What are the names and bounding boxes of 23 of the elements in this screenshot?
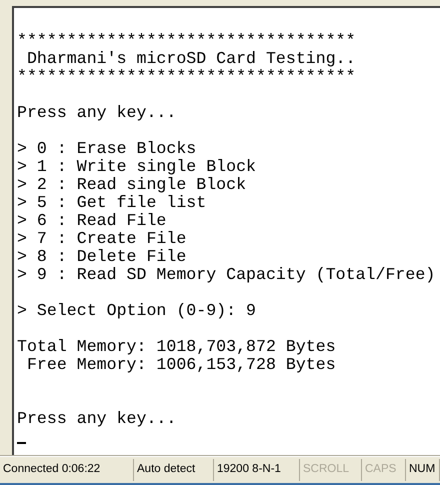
terminal-line: > Select Option (0-9): 9: [17, 302, 257, 320]
status-bar-field: Connected 0:06:22: [0, 459, 134, 481]
terminal-line: > 2 : Read single Block: [17, 176, 248, 194]
status-bar-field: Auto detect: [134, 459, 214, 481]
terminal-line: **********************************: [17, 32, 357, 50]
status-bar-field: 19200 8-N-1: [214, 459, 300, 481]
terminal-line: Dharmani's microSD Card Testing..: [26, 50, 357, 68]
terminal-line: Press any key...: [17, 104, 178, 122]
terminal-line: **********************************: [17, 68, 357, 86]
terminal-line: > 7 : Create File: [17, 230, 188, 248]
terminal-line: > 5 : Get file list: [17, 194, 208, 212]
terminal-line: > 8 : Delete File: [17, 248, 188, 266]
terminal-line: Free Memory: 1006,153,728 Bytes: [26, 356, 337, 374]
terminal-line: > 0 : Erase Blocks: [17, 140, 198, 158]
status-bar-field: CAPS: [362, 459, 406, 481]
terminal-line: > 9 : Read SD Memory Capacity (Total/Free): [17, 266, 436, 284]
terminal-line: > 6 : Read File: [17, 212, 168, 230]
terminal-line: Total Memory: 1018,703,872 Bytes: [17, 338, 337, 356]
status-bar-field: NUM: [406, 459, 440, 481]
terminal-line: > 1 : Write single Block: [17, 158, 257, 176]
text-cursor: [17, 442, 26, 444]
status-bar-field: SCROLL: [300, 459, 362, 481]
terminal-line: Press any key...: [17, 410, 178, 428]
